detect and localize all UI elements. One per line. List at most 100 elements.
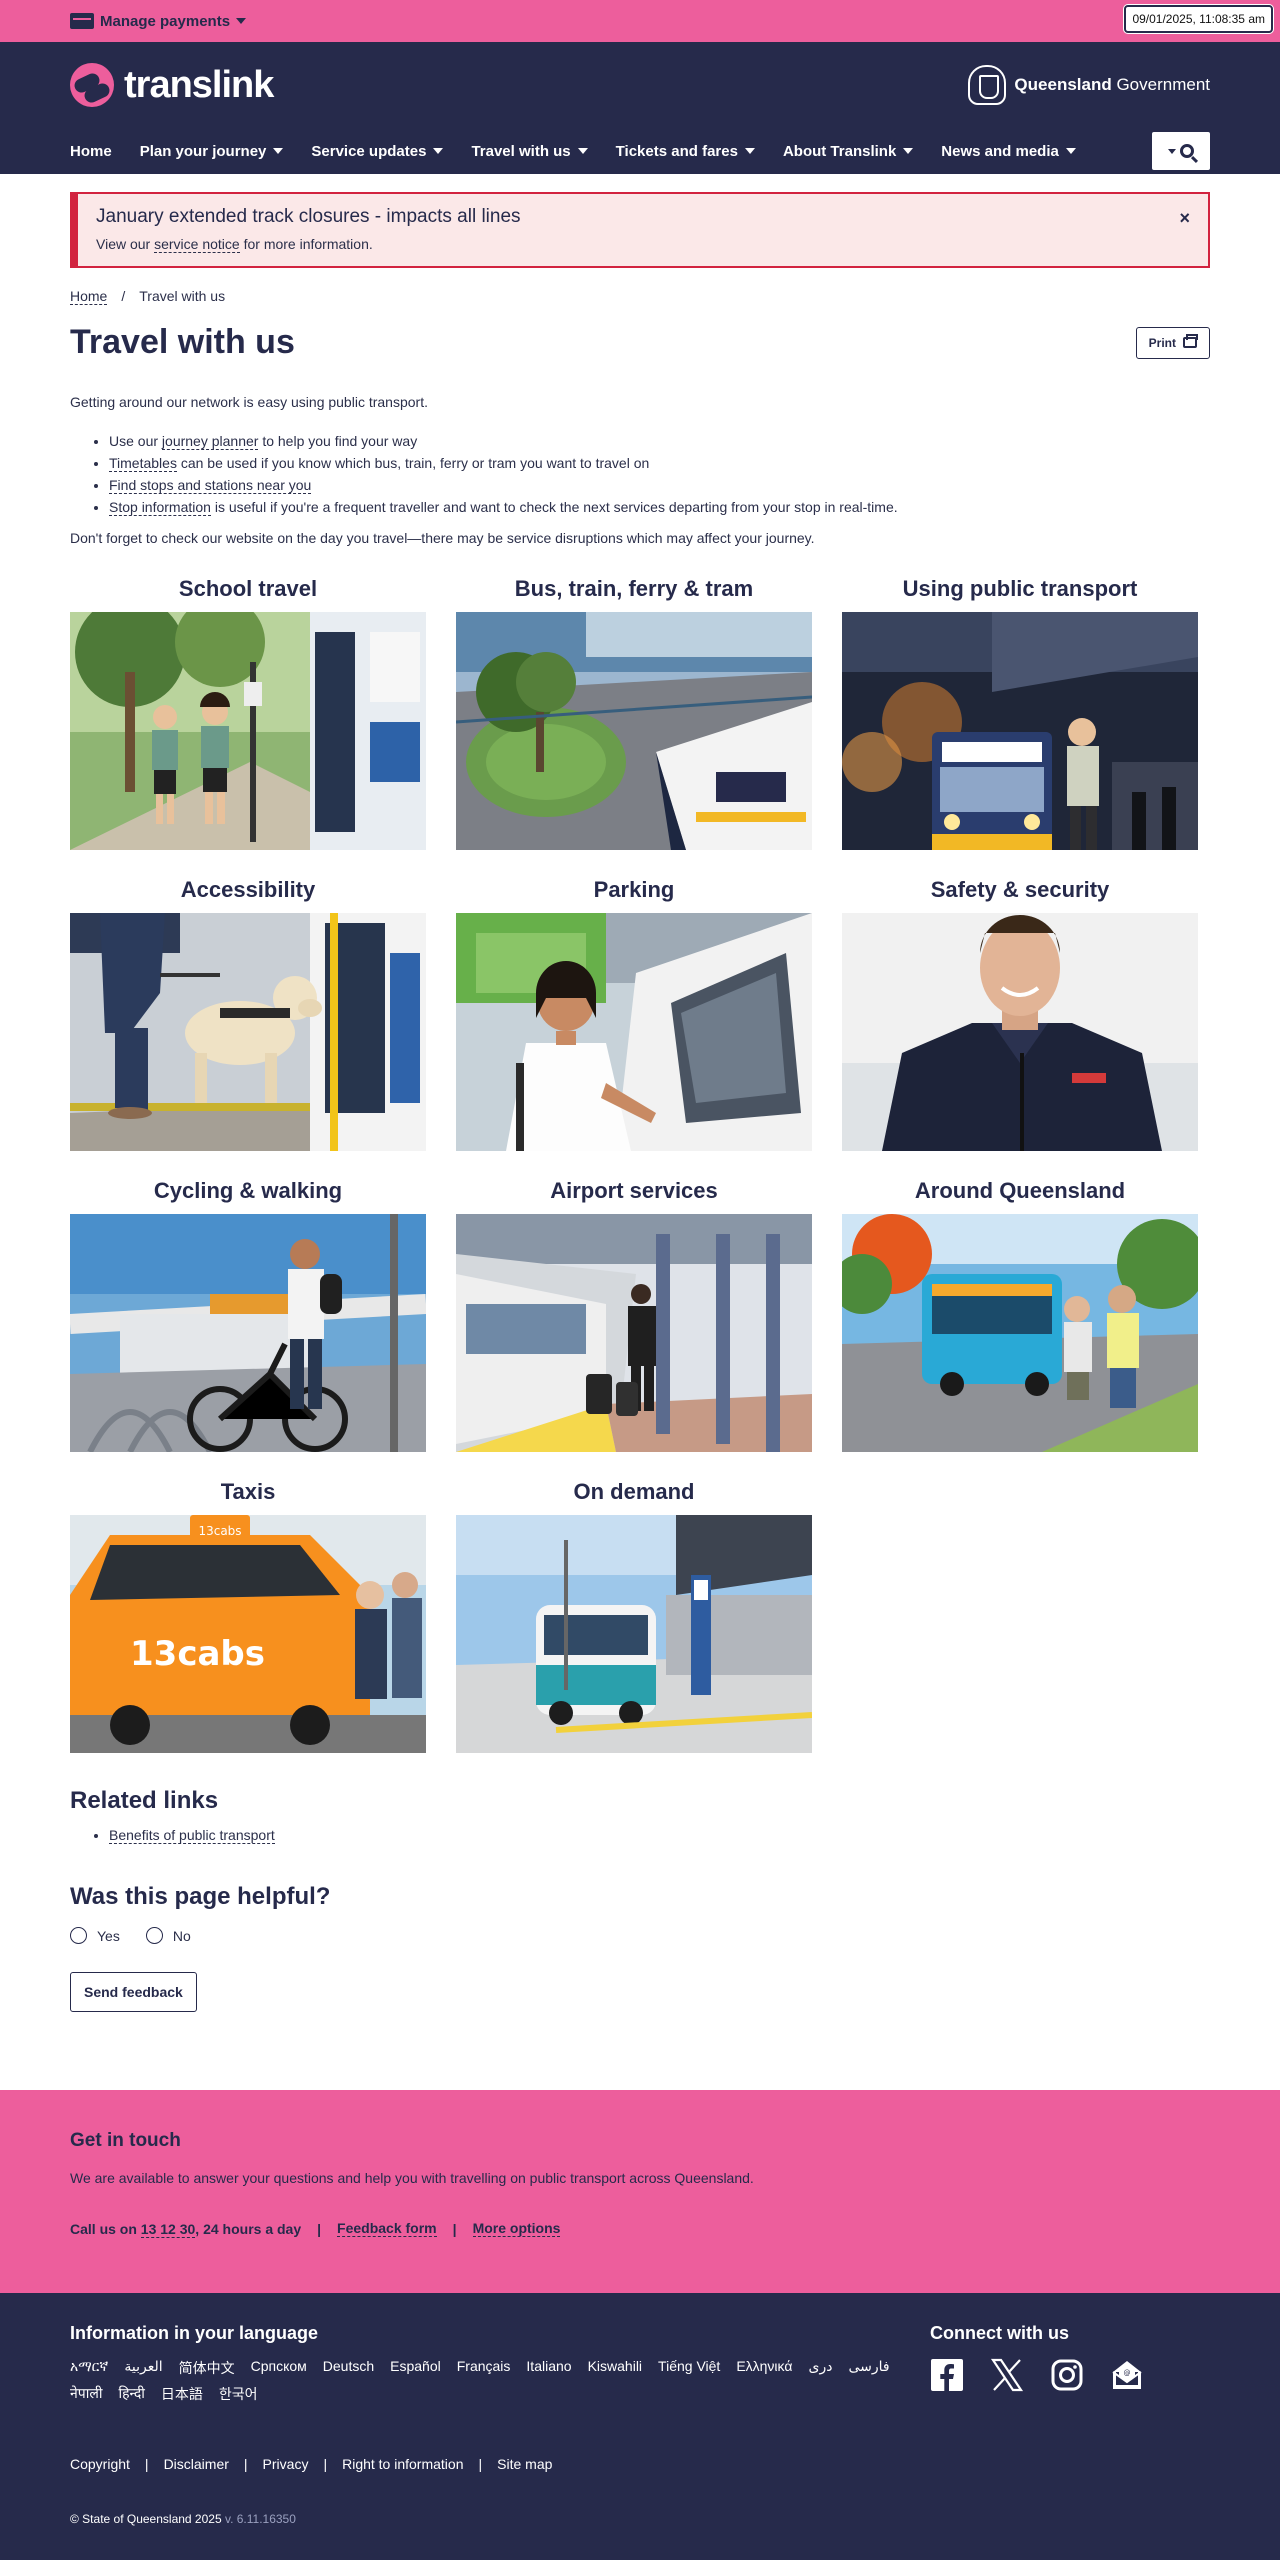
card-taxis[interactable]: Taxis 13cabs 13cabs <box>70 1479 426 1753</box>
nav-item-label: About Translink <box>782 142 897 160</box>
language-link[interactable]: አማርኛ <box>70 2358 108 2378</box>
card-title: On demand <box>573 1479 695 1504</box>
helpful-radios: Yes No <box>70 1927 1210 1944</box>
queensland-government-logo[interactable]: Queensland Government <box>968 65 1210 105</box>
social-links: @ <box>930 2358 1210 2392</box>
language-link[interactable]: नेपाली <box>70 2384 102 2404</box>
brand-name: translink <box>124 63 274 106</box>
copyright-text: © State of Queensland 2025 v. 6.11.16350 <box>70 2512 296 2526</box>
card-using-public-transport[interactable]: Using public transport <box>842 576 1198 850</box>
service-notice-link[interactable]: service notice <box>154 236 240 253</box>
search-button[interactable] <box>1152 132 1210 170</box>
language-title: Information in your language <box>70 2323 319 2343</box>
card-accessibility[interactable]: Accessibility <box>70 877 426 1151</box>
card-on-demand[interactable]: On demand <box>456 1479 812 1753</box>
language-link[interactable]: हिन्दी <box>118 2384 144 2404</box>
print-label: Print <box>1148 335 1176 350</box>
chevron-down-icon <box>1065 148 1076 154</box>
chevron-down-icon <box>744 148 755 154</box>
helpful-title: Was this page helpful? <box>70 1883 331 1910</box>
phone-link[interactable]: 13 12 30 <box>140 2220 196 2238</box>
footer-link-disclaimer[interactable]: Disclaimer <box>164 2456 229 2472</box>
language-link[interactable]: 日本語 <box>161 2384 203 2404</box>
send-feedback-button[interactable]: Send feedback <box>70 1972 197 2012</box>
nav-item-plan-your-journey[interactable]: Plan your journey <box>140 143 284 160</box>
card-title: Around Queensland <box>914 1178 1126 1203</box>
language-link[interactable]: 简体中文 <box>179 2358 235 2378</box>
alert-title: January extended track closures - impact… <box>96 206 521 227</box>
nav-item-label: Home <box>70 142 112 160</box>
language-link[interactable]: 한국어 <box>219 2384 258 2404</box>
find-stops-and-stations-near-you-link[interactable]: Find stops and stations near you <box>109 477 312 494</box>
language-link[interactable]: فارسی <box>848 2358 889 2378</box>
card-safety-security[interactable]: Safety & security <box>842 877 1198 1151</box>
x-icon[interactable] <box>990 2358 1024 2392</box>
language-link[interactable]: Español <box>390 2358 441 2378</box>
no-radio[interactable] <box>145 1927 163 1944</box>
language-link[interactable]: Italiano <box>526 2358 571 2378</box>
nav-item-label: Tickets and fares <box>615 142 738 160</box>
translink-logo-link[interactable]: translink <box>70 63 274 107</box>
nav-item-travel-with-us[interactable]: Travel with us <box>471 143 588 160</box>
card-cycling-walking[interactable]: Cycling & walking <box>70 1178 426 1452</box>
email-icon[interactable]: @ <box>1110 2358 1144 2392</box>
get-in-touch-title: Get in touch <box>70 2130 181 2151</box>
svg-text:13cabs: 13cabs <box>198 1524 241 1538</box>
nav-item-news-and-media[interactable]: News and media <box>941 143 1076 160</box>
card-school-travel[interactable]: School travel <box>70 576 426 850</box>
card-image-dog <box>70 913 426 1151</box>
feedback-form-link[interactable]: Feedback form <box>337 2220 437 2237</box>
card-around-queensland[interactable]: Around Queensland <box>842 1178 1198 1452</box>
footer-link-copyright[interactable]: Copyright <box>70 2456 130 2472</box>
language-link[interactable]: Српском <box>251 2358 307 2378</box>
footer-separator: | <box>243 2456 248 2472</box>
stop-information-link[interactable]: Stop information <box>109 499 211 516</box>
list-item: Find stops and stations near you <box>109 475 1210 496</box>
chevron-down-icon <box>903 148 914 154</box>
manage-payments-menu[interactable]: Manage payments <box>70 13 247 30</box>
list-item: Stop information is useful if you're a f… <box>109 497 1210 518</box>
card-bus-train-ferry-tram[interactable]: Bus, train, ferry & tram <box>456 576 812 850</box>
footer-link-right-to-information[interactable]: Right to information <box>342 2456 463 2472</box>
facebook-icon[interactable] <box>930 2358 964 2392</box>
language-link[interactable]: دری <box>808 2358 832 2378</box>
nav-item-service-updates[interactable]: Service updates <box>311 143 444 160</box>
benefits-of-public-transport-link[interactable]: Benefits of public transport <box>109 1827 275 1844</box>
language-link[interactable]: Ελληνικά <box>736 2358 792 2378</box>
topic-cards: School travel Bus, train, ferry & tram Usi… <box>70 576 1210 1753</box>
chevron-down-icon <box>236 18 247 24</box>
language-link[interactable]: Kiswahili <box>588 2358 642 2378</box>
breadcrumb-current: Travel with us <box>139 288 226 304</box>
get-in-touch-text: We are available to answer your question… <box>70 2170 754 2186</box>
footer-link-site-map[interactable]: Site map <box>497 2456 552 2472</box>
more-options-link[interactable]: More options <box>472 2220 561 2237</box>
language-link[interactable]: Tiếng Việt <box>658 2358 720 2378</box>
nav-item-about-translink[interactable]: About Translink <box>782 142 914 160</box>
nav-item-tickets-and-fares[interactable]: Tickets and fares <box>616 143 755 160</box>
card-parking[interactable]: Parking <box>456 877 812 1151</box>
yes-radio[interactable] <box>70 1927 87 1944</box>
list-item: Timetables can be used if you know which… <box>109 453 1210 474</box>
language-link[interactable]: العربية <box>124 2358 162 2378</box>
footer-link-privacy[interactable]: Privacy <box>263 2456 309 2472</box>
version-text: v. 6.11.16350 <box>221 2512 296 2526</box>
chevron-down-icon <box>273 148 284 154</box>
close-icon[interactable]: × <box>1179 208 1190 229</box>
gov-name-rest: Government <box>1111 75 1210 94</box>
language-link[interactable]: Français <box>457 2358 511 2378</box>
alert-text: View our service notice for more informa… <box>96 236 373 253</box>
card-airport-services[interactable]: Airport services <box>456 1178 812 1452</box>
journey-planner-link[interactable]: journey planner <box>161 433 259 450</box>
nav-item-home[interactable]: Home <box>70 143 112 160</box>
instagram-icon[interactable] <box>1050 2358 1084 2392</box>
svg-text:@: @ <box>1124 2369 1131 2377</box>
list-item: Use our journey planner to help you find… <box>109 431 1210 452</box>
svg-text:13cabs: 13cabs <box>130 1634 265 1674</box>
card-title: Using public transport <box>902 576 1138 601</box>
card-title: Cycling & walking <box>153 1178 343 1203</box>
gov-name-bold: Queensland <box>1014 75 1112 94</box>
print-button[interactable]: Print <box>1135 326 1210 359</box>
timetables-link[interactable]: Timetables <box>109 455 177 472</box>
language-link[interactable]: Deutsch <box>323 2358 374 2378</box>
breadcrumb-home[interactable]: Home <box>70 288 108 305</box>
